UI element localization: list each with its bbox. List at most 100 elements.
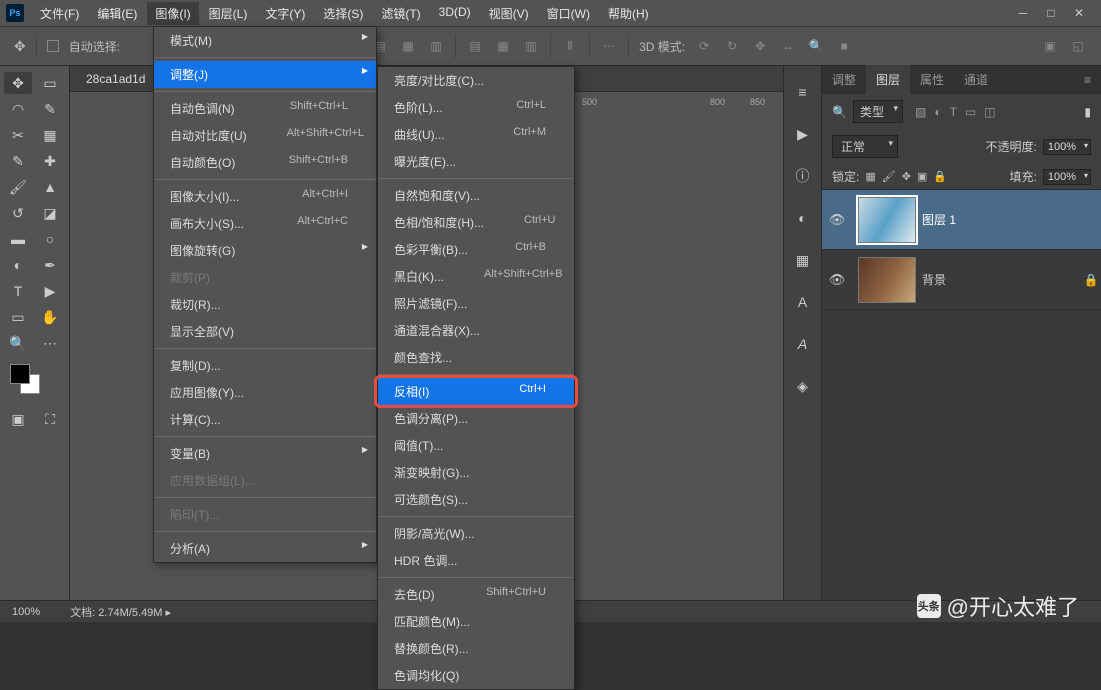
tab-properties[interactable]: 属性 (910, 65, 954, 94)
menu-item[interactable]: 自动对比度(U)Alt+Shift+Ctrl+L (154, 122, 376, 149)
panel-menu-icon[interactable]: ≡ (1074, 67, 1101, 93)
lock-position-icon[interactable]: ✥ (902, 170, 911, 183)
zoom-level[interactable]: 100% (12, 606, 40, 618)
visibility-toggle[interactable]: 👁 (822, 272, 852, 288)
3d-zoom-icon[interactable]: 🔍 (807, 37, 825, 55)
quickmask-tool[interactable]: ▣ (4, 408, 32, 430)
adjustments-panel-icon[interactable]: ◐ (793, 208, 813, 228)
layer-row[interactable]: 👁 背景 🔒 (822, 250, 1101, 310)
blur-tool[interactable]: ○ (36, 228, 64, 250)
styles-panel-icon[interactable]: ▦ (793, 250, 813, 270)
align-bottom-icon[interactable]: ▥ (522, 37, 540, 55)
menu-item[interactable]: 色调均化(Q) (378, 662, 574, 689)
menu-item[interactable]: 阴影/高光(W)... (378, 520, 574, 547)
marquee-tool[interactable]: ▭ (36, 72, 64, 94)
3d-pan-icon[interactable]: ✥ (751, 37, 769, 55)
menu-item[interactable]: 色彩平衡(B)...Ctrl+B (378, 236, 574, 263)
menu-image[interactable]: 图像(I) (147, 2, 198, 25)
menu-item[interactable]: 自动色调(N)Shift+Ctrl+L (154, 95, 376, 122)
menu-item[interactable]: 图像旋转(G)▶ (154, 237, 376, 264)
menu-help[interactable]: 帮助(H) (600, 2, 657, 25)
layer-name[interactable]: 背景 (922, 271, 1081, 288)
menu-item[interactable]: 色相/饱和度(H)...Ctrl+U (378, 209, 574, 236)
lock-pixels-icon[interactable]: 🖌 (882, 170, 896, 183)
menu-item[interactable]: 分析(A)▶ (154, 535, 376, 562)
pen-tool[interactable]: ✒ (36, 254, 64, 276)
play-icon[interactable]: ▶ (793, 124, 813, 144)
lasso-tool[interactable]: ◠ (4, 98, 32, 120)
menu-item[interactable]: 变量(B)▶ (154, 440, 376, 467)
eraser-tool[interactable]: ◪ (36, 202, 64, 224)
brush-tool[interactable]: 🖌 (4, 176, 32, 198)
menu-item[interactable]: 可选颜色(S)... (378, 486, 574, 513)
more-icon[interactable]: ⋯ (600, 37, 618, 55)
auto-select-checkbox[interactable] (47, 40, 59, 52)
filter-shape-icon[interactable]: ▭ (965, 105, 976, 119)
history-brush-tool[interactable]: ↺ (4, 202, 32, 224)
lock-artboard-icon[interactable]: ▣ (917, 170, 927, 183)
gradient-tool[interactable]: ▬ (4, 228, 32, 250)
menu-item[interactable]: 渐变映射(G)... (378, 459, 574, 486)
path-select-tool[interactable]: ▶ (36, 280, 64, 302)
eyedropper-tool[interactable]: ✎ (4, 150, 32, 172)
3d-slide-icon[interactable]: ↔ (779, 37, 797, 55)
menu-item[interactable]: 黑白(K)...Alt+Shift+Ctrl+B (378, 263, 574, 290)
character-panel-icon[interactable]: A (793, 292, 813, 312)
menu-type[interactable]: 文字(Y) (257, 2, 313, 25)
menu-edit[interactable]: 编辑(E) (89, 2, 145, 25)
zoom-tool[interactable]: 🔍 (4, 332, 32, 354)
close-button[interactable]: ✕ (1073, 7, 1085, 19)
opacity-input[interactable]: 100% (1043, 139, 1091, 155)
heal-tool[interactable]: ✚ (36, 150, 64, 172)
color-swatches[interactable] (10, 364, 40, 394)
3d-camera-icon[interactable]: ■ (835, 37, 853, 55)
menu-select[interactable]: 选择(S) (315, 2, 371, 25)
menu-3d[interactable]: 3D(D) (431, 2, 479, 25)
menu-item[interactable]: 阈值(T)... (378, 432, 574, 459)
fill-input[interactable]: 100% (1043, 169, 1091, 185)
align-top-icon[interactable]: ▤ (466, 37, 484, 55)
menu-item[interactable]: 照片滤镜(F)... (378, 290, 574, 317)
align-center-icon[interactable]: ▦ (399, 37, 417, 55)
dodge-tool[interactable]: ◐ (4, 254, 32, 276)
menu-item[interactable]: 亮度/对比度(C)... (378, 67, 574, 94)
menu-item[interactable]: 调整(J)▶ (154, 61, 376, 88)
layer-name[interactable]: 图层 1 (922, 211, 1101, 228)
menu-item[interactable]: 通道混合器(X)... (378, 317, 574, 344)
distribute-icon[interactable]: ⫴ (561, 37, 579, 55)
glyphs-panel-icon[interactable]: A (793, 334, 813, 354)
move-tool[interactable]: ✥ (4, 72, 32, 94)
foreground-color-swatch[interactable] (10, 364, 30, 384)
shape-tool[interactable]: ▭ (4, 306, 32, 328)
menu-item[interactable]: 颜色查找... (378, 344, 574, 371)
menu-item[interactable]: 色阶(L)...Ctrl+L (378, 94, 574, 121)
frame-tool[interactable]: ▦ (36, 124, 64, 146)
quick-select-tool[interactable]: ✎ (36, 98, 64, 120)
kind-dropdown[interactable]: 类型 (853, 100, 903, 123)
screenmode-tool[interactable]: ⛶ (36, 408, 64, 430)
menu-item[interactable]: 去色(D)Shift+Ctrl+U (378, 581, 574, 608)
menu-item[interactable]: 画布大小(S)...Alt+Ctrl+C (154, 210, 376, 237)
filter-type-icon[interactable]: T (950, 105, 957, 119)
menu-item[interactable]: 计算(C)... (154, 406, 376, 433)
menu-view[interactable]: 视图(V) (481, 2, 537, 25)
menu-item[interactable]: 复制(D)... (154, 352, 376, 379)
stamp-tool[interactable]: ▲ (36, 176, 64, 198)
filter-adjust-icon[interactable]: ◐ (934, 105, 941, 119)
menu-item[interactable]: 模式(M)▶ (154, 27, 376, 54)
tab-channels[interactable]: 通道 (954, 65, 998, 94)
crop-tool[interactable]: ✂ (4, 124, 32, 146)
align-middle-icon[interactable]: ▦ (494, 37, 512, 55)
menu-item[interactable]: 色调分离(P)... (378, 405, 574, 432)
panel-toggle-icon[interactable]: ▣ (1041, 37, 1059, 55)
visibility-toggle[interactable]: 👁 (822, 212, 852, 228)
3d-roll-icon[interactable]: ↻ (723, 37, 741, 55)
3d-orbit-icon[interactable]: ⟳ (695, 37, 713, 55)
menu-window[interactable]: 窗口(W) (539, 2, 598, 25)
lock-all-icon[interactable]: 🔒 (933, 170, 947, 183)
menu-item[interactable]: 自动颜色(O)Shift+Ctrl+B (154, 149, 376, 176)
filter-smart-icon[interactable]: ◫ (984, 105, 995, 119)
menu-filter[interactable]: 滤镜(T) (373, 2, 428, 25)
blend-mode-dropdown[interactable]: 正常 (832, 135, 898, 158)
ruler-vertical[interactable] (70, 112, 90, 600)
